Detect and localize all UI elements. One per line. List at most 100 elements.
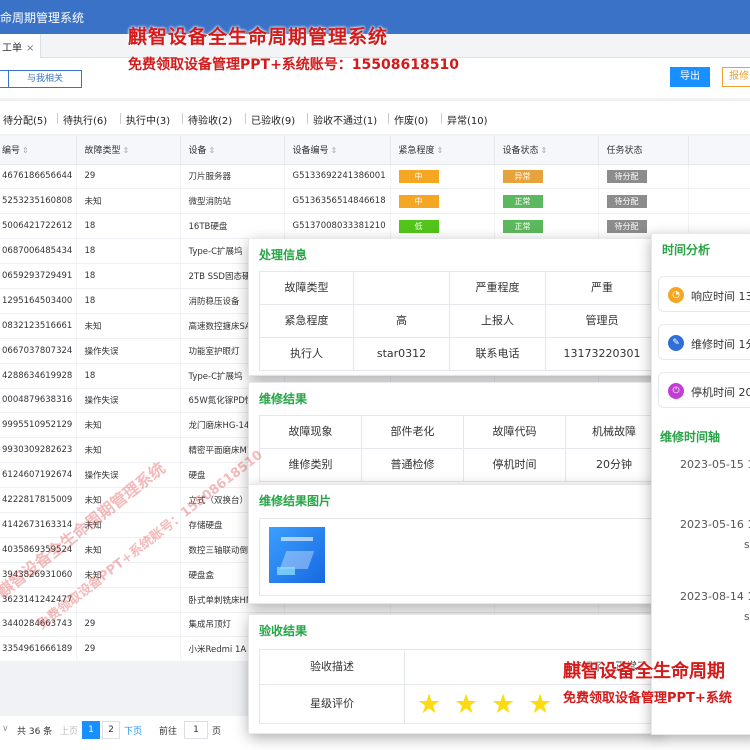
star-icon[interactable]: ★ [454, 689, 478, 720]
cell-type: 18 [76, 213, 181, 240]
response-time-text: 响应时间 13 [691, 290, 750, 303]
table-row[interactable]: 5253235160808 未知 微型消防站 G5136356514846618 中 正常… [0, 188, 750, 215]
repair-image-thumbnail[interactable] [269, 527, 325, 583]
col-id[interactable]: 编号 ⇕ [0, 136, 77, 165]
task-state-badge: 待分配 [606, 194, 647, 208]
urgency-badge: 中 [398, 169, 439, 183]
urgency-badge: 中 [398, 194, 439, 208]
rating-label: 星级评价 [259, 684, 405, 724]
severity-label: 严重程度 [449, 271, 546, 305]
app-title: 命周期管理系统 [0, 11, 85, 25]
time-analysis-title: 时间分析 [662, 243, 711, 257]
reporter-value: 管理员 [545, 304, 659, 338]
star-icon[interactable]: ★ [528, 689, 552, 720]
executor-value: star0312 [353, 337, 450, 371]
cell-device-state: 异常 [494, 164, 599, 190]
cell-id: 0004879638316 [0, 388, 77, 414]
cell-urgency: 中 [390, 164, 495, 190]
repair-image-title: 维修结果图片 [259, 494, 332, 508]
tab-accepted[interactable]: 已验收(9) [244, 112, 295, 127]
close-icon[interactable]: × [26, 43, 34, 54]
timeline-title: 维修时间轴 [660, 430, 721, 444]
fault-code-value: 机械故障 [565, 415, 663, 449]
processing-info-panel: 处理信息 故障类型 严重程度 严重 紧急程度高上报人 管理员 执行人 star0312 联系电… [249, 239, 659, 375]
task-state-badge: 待分配 [606, 169, 647, 183]
page-1-button[interactable]: 1 [82, 721, 100, 739]
table-header-row: 编号 ⇕ 故障类型 ⇕ 设备 ⇕ 设备编号 ⇕ 紧急程度 ⇕ 设备状态 ⇕ 任务状态 [0, 136, 750, 165]
task-state-badge: 待分配 [606, 219, 647, 233]
cell-id: 6124607192674 [0, 462, 77, 489]
cell-type: 未知 [76, 412, 181, 439]
cell-code: G5136356514846618 [284, 188, 391, 215]
col-device-code[interactable]: 设备编号 ⇕ [284, 136, 391, 165]
downtime-value: 20分钟 [565, 448, 663, 482]
table-row[interactable]: 5006421722612 18 16TB硬盘 G5137008033381210 低 正… [0, 213, 750, 240]
watermark-subtitle-bottom: 免费领取设备管理PPT+系统 [563, 691, 732, 706]
fault-type-label: 故障类型 [259, 271, 354, 305]
status-tabs: 待分配(5) 待执行(6) 执行中(3) 待验收(2) 已验收(9) 验收不通过… [0, 100, 750, 134]
col-urgency[interactable]: 紧急程度 ⇕ [390, 136, 495, 165]
cell-type: 未知 [76, 313, 181, 339]
severity-value: 严重 [545, 271, 659, 305]
timeline-entry-2: 2023-05-16 1 [680, 518, 750, 531]
next-page-button[interactable]: 下页 [124, 724, 142, 737]
page-2-button[interactable]: 2 [102, 721, 120, 739]
tab-pending-exec[interactable]: 待执行(6) [56, 112, 107, 127]
table-row[interactable]: 4676186656644 29 刀片服务器 G5133692241386001 中 异常… [0, 164, 750, 190]
urgency-value: 高 [353, 304, 450, 338]
fault-type-value [353, 271, 450, 305]
urgency-label: 紧急程度 [259, 304, 354, 338]
cell-id: 1295164503400 [0, 288, 77, 314]
repair-category-value: 普通检修 [361, 448, 464, 482]
cell-device-state: 正常 [494, 213, 599, 240]
repair-time-text: 维修时间 1分 [691, 338, 750, 351]
cell-id: 0659293729491 [0, 263, 77, 289]
cell-type: 29 [76, 636, 181, 661]
cell-type: 18 [76, 363, 181, 389]
device-state-badge: 正常 [502, 219, 543, 233]
downtime-label: 停机时间 [463, 448, 566, 482]
repair-result-panel: 维修结果 故障现象 部件老化 故障代码 机械故障 维修类别 普通检修 停机时间 20分钟 [249, 383, 663, 485]
watermark-subtitle: 免费领取设备管理PPT+系统账号：15508618510 [128, 57, 459, 73]
cell-id: 4676186656644 [0, 164, 77, 190]
watermark-title: 麒智设备全生命周期管理系统 [128, 26, 389, 48]
tab-abnormal[interactable]: 异常(10) [441, 112, 488, 127]
page-unit: 页 [212, 727, 222, 737]
col-device[interactable]: 设备 ⇕ [180, 136, 285, 165]
cell-urgency: 中 [390, 188, 495, 215]
tab-voided[interactable]: 作废(0) [387, 112, 428, 127]
star-icon[interactable]: ★ [491, 689, 515, 720]
timeline-entry-3: 2023-08-14 1 [680, 590, 750, 603]
tab-accept-failed[interactable]: 验收不通过(1) [306, 112, 377, 127]
fault-code-label: 故障代码 [463, 415, 566, 449]
tab-pending-assign[interactable]: 待分配(5) [3, 112, 47, 127]
tab-workorder[interactable]: 工单 × [0, 34, 42, 58]
goto-page-input[interactable]: 1 [184, 721, 208, 739]
phone-value: 13173220301 [545, 337, 659, 371]
col-device-state[interactable]: 设备状态 ⇕ [494, 136, 599, 165]
cell-id: 0687006485434 [0, 238, 77, 265]
watermark-title-bottom: 麒智设备全生命周期 [563, 661, 725, 682]
timeline-entry-1: 2023-05-15 1 [680, 458, 750, 471]
report-repair-button[interactable]: 报修 [722, 67, 750, 87]
cell-device: 16TB硬盘 [180, 213, 285, 240]
export-button[interactable]: 导出 [670, 67, 710, 87]
cell-id: 0832123516661 [0, 313, 77, 339]
tab-executing[interactable]: 执行中(3) [119, 112, 170, 127]
prev-page-button[interactable]: 上页 [60, 724, 78, 737]
page-size-arrow[interactable]: ∨ [2, 724, 9, 734]
star-icon[interactable]: ★ [417, 689, 441, 720]
cell-type: 操作失误 [76, 388, 181, 414]
response-time-card: ◔ 响应时间 13 [658, 276, 750, 312]
cell-device: 微型消防站 [180, 188, 285, 215]
urgency-badge: 低 [398, 219, 439, 233]
cell-urgency: 低 [390, 213, 495, 240]
related-to-me-button[interactable]: 与我相关 [8, 70, 82, 88]
cell-device: 刀片服务器 [180, 164, 285, 190]
cell-id: 5006421722612 [0, 213, 77, 240]
goto-label: 前往 [159, 727, 178, 737]
col-fault-type[interactable]: 故障类型 ⇕ [76, 136, 181, 165]
cell-extra [688, 188, 750, 215]
cell-code: G5133692241386001 [284, 164, 391, 190]
tab-pending-accept[interactable]: 待验收(2) [181, 112, 232, 127]
